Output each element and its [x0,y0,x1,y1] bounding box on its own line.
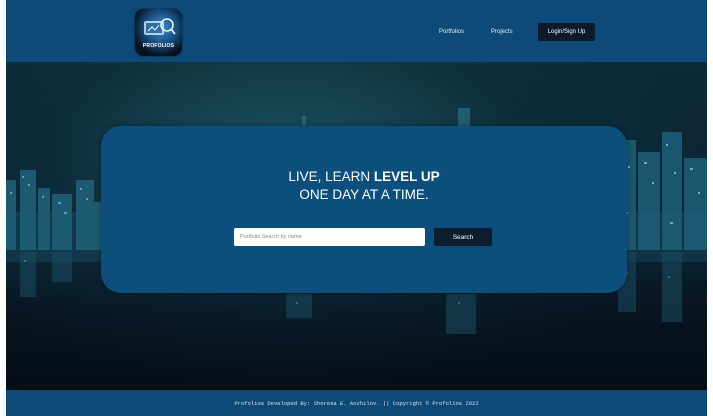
hero-card: LIVE, LEARN LEVEL UP ONE DAY AT A TIME. … [101,126,627,293]
search-button[interactable]: Search [434,228,492,246]
logo-text: PROFOLIOS [142,43,175,49]
footer: Profolios Developed By: Shoresa E. Anzhi… [6,390,707,416]
app-frame: PROFOLIOS Portfolios Projects Login/Sign… [6,0,707,416]
headline-line-2: ONE DAY AT A TIME. [299,187,429,202]
footer-text: Profolios Developed By: Shoresa E. Anzhi… [234,399,479,407]
headline-bold: LEVEL UP [373,169,440,184]
login-signup-button[interactable]: Login/Sign Up [538,23,595,41]
profolios-logo-icon[interactable]: PROFOLIOS [135,9,182,56]
hero-background: LIVE, LEARN LEVEL UP ONE DAY AT A TIME. … [6,62,707,390]
headline-prefix: LIVE, LEARN [288,169,374,184]
nav-link-projects[interactable]: Projects [491,29,513,35]
headline-line-1: LIVE, LEARN LEVEL UP [101,168,627,186]
nav-link-portfolios[interactable]: Portfolios [439,29,464,35]
portfolio-search-input[interactable] [234,228,425,246]
hero-headline: LIVE, LEARN LEVEL UP ONE DAY AT A TIME. [101,168,627,204]
navbar: PROFOLIOS Portfolios Projects Login/Sign… [6,0,707,63]
